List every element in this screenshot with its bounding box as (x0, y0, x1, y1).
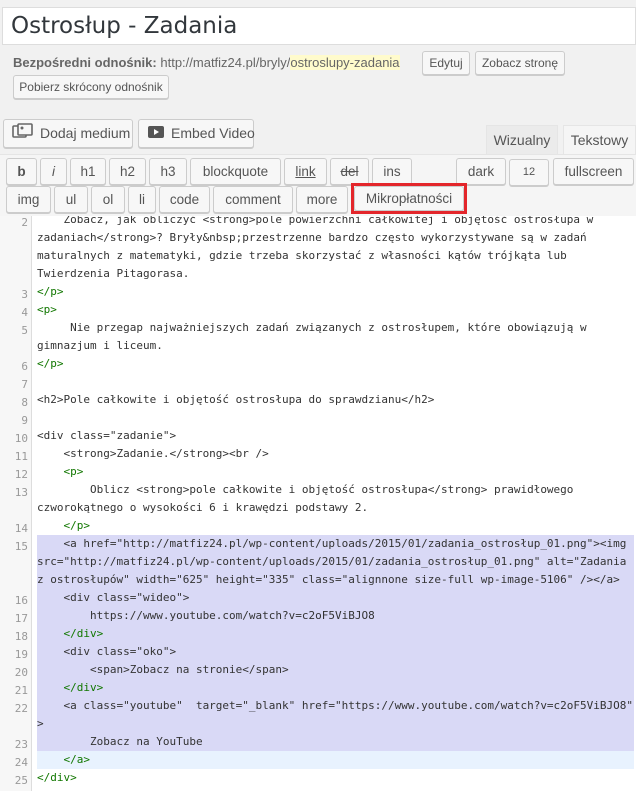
embed-video-label: Embed Video (171, 125, 255, 141)
code-line: zadaniach</strong>? Bryły&nbsp;przestrze… (37, 231, 587, 244)
line-number: 19 (14, 648, 28, 661)
highlight-annotation-box (351, 183, 467, 214)
tab-visual[interactable]: Wizualny (486, 125, 558, 155)
permalink-slug[interactable]: ostroslupy-zadania (290, 55, 400, 70)
code-line: czworokątnego o wysokości 6 i krawędzi p… (37, 501, 369, 514)
code-line: </div> (37, 771, 77, 784)
qt-blockquote-button[interactable]: blockquote (190, 158, 281, 185)
code-line: <p> (37, 465, 84, 478)
code-line: Oblicz <strong>pole całkowite i objętość… (37, 483, 574, 496)
line-number: 12 (14, 468, 28, 481)
qt-img-button[interactable]: img (6, 186, 51, 213)
code-line: https://www.youtube.com/watch?v=c2oF5ViB… (37, 609, 375, 622)
qt-comment-button[interactable]: comment (213, 186, 293, 213)
line-number: 23 (14, 738, 28, 751)
permalink-row: Bezpośredni odnośnik: http://matfiz24.pl… (13, 51, 400, 75)
line-number: 16 (14, 594, 28, 607)
code-line: </div> (37, 681, 104, 694)
code-line: </a> (37, 753, 90, 766)
code-line: Nie przegap najważniejszych zadań związa… (37, 321, 587, 334)
code-line: > (37, 717, 44, 730)
code-line: <div class="oko"> (37, 645, 177, 658)
code-line: Twierdzenia Pitagorasa. (37, 267, 190, 280)
code-line: <div class="wideo"> (37, 591, 190, 604)
code-line: src="http://matfiz24.pl/wp-content/uploa… (37, 555, 627, 568)
qt-h1-button[interactable]: h1 (70, 158, 106, 185)
line-number: 5 (21, 324, 28, 337)
qt-del-button[interactable]: del (330, 158, 369, 185)
qt-ins-button[interactable]: ins (372, 158, 412, 185)
tab-text[interactable]: Tekstowy (563, 125, 636, 155)
line-number: 2 (21, 216, 28, 229)
line-number: 24 (14, 756, 28, 769)
line-number: 22 (14, 702, 28, 715)
video-icon (147, 121, 165, 148)
embed-video-button[interactable]: Embed Video (138, 119, 255, 148)
code-line: </p> (37, 285, 64, 298)
qt-bold-button[interactable]: b (6, 158, 37, 185)
line-number: 20 (14, 666, 28, 679)
code-line: z ostrosłupów" width="625" height="335" … (37, 573, 620, 586)
line-number: 15 (14, 540, 28, 553)
code-line: <a class="youtube" target="_blank" href=… (37, 699, 634, 712)
code-line: <h2>Pole całkowite i objętość ostrosłupa… (37, 393, 435, 406)
qt-italic-button[interactable]: i (40, 158, 67, 185)
add-media-button[interactable]: Dodaj medium (3, 119, 133, 148)
line-number: 6 (21, 360, 28, 373)
code-line: maturalnych z matematyki, gdzie trzeba s… (37, 249, 567, 262)
font-size-button[interactable]: 12 (509, 159, 549, 186)
code-line: <span>Zobacz na stronie</span> (37, 663, 289, 676)
line-number: 4 (21, 306, 28, 319)
post-title-input[interactable]: Ostrosłup - Zadania (2, 7, 636, 45)
media-icon (12, 121, 34, 148)
code-line: </p> (37, 357, 64, 370)
code-editor[interactable]: 2 3 4 5 6 7 8 9 10 11 12 13 14 15 16 17 … (0, 216, 636, 791)
get-shortlink-button[interactable]: Pobierz skrócony odnośnik (13, 75, 169, 99)
permalink-label: Bezpośredni odnośnik: (13, 55, 157, 70)
line-number: 11 (14, 450, 28, 463)
code-line: gimnazjum i liceum. (37, 339, 163, 352)
code-line: Zobacz na YouTube (37, 735, 203, 748)
line-number: 21 (14, 684, 28, 697)
line-number: 10 (14, 432, 28, 445)
qt-link-button[interactable]: link (284, 158, 327, 185)
qt-li-button[interactable]: li (128, 186, 156, 213)
post-title-text: Ostrosłup - Zadania (11, 13, 238, 39)
theme-dark-button[interactable]: dark (456, 158, 506, 185)
code-line: <p> (37, 303, 57, 316)
qt-h2-button[interactable]: h2 (109, 158, 146, 185)
line-number: 7 (21, 378, 28, 391)
qt-code-button[interactable]: code (159, 186, 210, 213)
line-number: 17 (14, 612, 28, 625)
permalink-base-url[interactable]: http://matfiz24.pl/bryly/ (160, 55, 290, 70)
qt-more-button[interactable]: more (296, 186, 348, 213)
view-page-button[interactable]: Zobacz stronę (475, 51, 565, 75)
code-line: <div class="zadanie"> (37, 429, 177, 442)
qt-ul-button[interactable]: ul (54, 186, 88, 213)
line-number: 25 (14, 774, 28, 787)
qt-ol-button[interactable]: ol (91, 186, 125, 213)
code-line: </p> (37, 519, 90, 532)
code-line: Zobacz, jak obliczyć <strong>pole powier… (37, 216, 594, 226)
code-line: <strong>Zadanie.</strong><br /> (37, 447, 269, 460)
add-media-label: Dodaj medium (40, 125, 131, 141)
line-number: 13 (14, 486, 28, 499)
cursor-line-highlight (37, 751, 634, 769)
line-number: 8 (21, 396, 28, 409)
line-number: 9 (21, 414, 28, 427)
qt-fullscreen-button[interactable]: fullscreen (553, 158, 634, 185)
line-number: 3 (21, 288, 28, 301)
code-line: <a href="http://matfiz24.pl/wp-content/u… (37, 537, 627, 550)
qt-h3-button[interactable]: h3 (149, 158, 187, 185)
edit-permalink-button[interactable]: Edytuj (422, 51, 470, 75)
code-line: </div> (37, 627, 104, 640)
line-number: 18 (14, 630, 28, 643)
line-number: 14 (14, 522, 28, 535)
